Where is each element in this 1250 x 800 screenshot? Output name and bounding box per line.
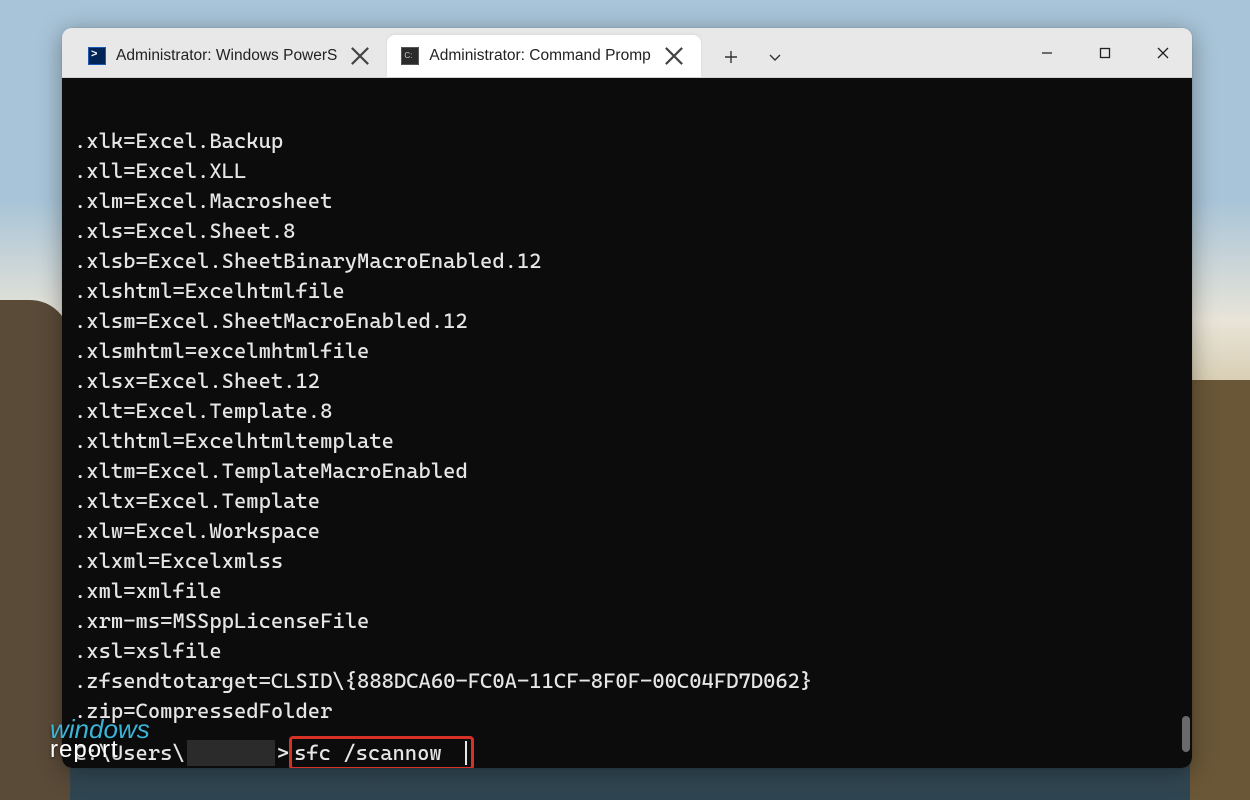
prompt-line: C:\Users\ > — [74, 736, 1180, 768]
command-highlight-box — [289, 736, 474, 768]
tab-label: Administrator: Command Promp — [429, 47, 650, 65]
cmd-icon — [401, 47, 419, 65]
powershell-icon — [88, 47, 106, 65]
new-tab-button[interactable] — [711, 37, 751, 77]
terminal-output: .xlk=Excel.Backup .xll=Excel.XLL .xlm=Ex… — [74, 96, 1180, 726]
tab-command-prompt[interactable]: Administrator: Command Promp — [387, 35, 700, 77]
tab-dropdown-button[interactable] — [755, 37, 795, 77]
maximize-button[interactable] — [1076, 28, 1134, 77]
terminal-window: Administrator: Windows PowerS Administra… — [62, 28, 1192, 768]
minimize-button[interactable] — [1018, 28, 1076, 77]
window-controls — [1018, 28, 1192, 77]
tab-strip: Administrator: Windows PowerS Administra… — [62, 28, 1018, 77]
command-input[interactable] — [294, 741, 464, 765]
text-cursor — [465, 741, 467, 765]
terminal-viewport[interactable]: .xlk=Excel.Backup .xll=Excel.XLL .xlm=Ex… — [62, 78, 1192, 768]
titlebar[interactable]: Administrator: Windows PowerS Administra… — [62, 28, 1192, 78]
close-window-button[interactable] — [1134, 28, 1192, 77]
scrollbar-thumb[interactable] — [1182, 716, 1190, 752]
tab-label: Administrator: Windows PowerS — [116, 47, 337, 65]
close-icon[interactable] — [347, 43, 373, 69]
tab-powershell[interactable]: Administrator: Windows PowerS — [74, 35, 387, 77]
desktop-background-rock-right — [1190, 380, 1250, 800]
watermark-logo: windows report — [50, 718, 150, 760]
redacted-username — [187, 740, 275, 766]
prompt-suffix: > — [277, 738, 289, 768]
close-icon[interactable] — [661, 43, 687, 69]
